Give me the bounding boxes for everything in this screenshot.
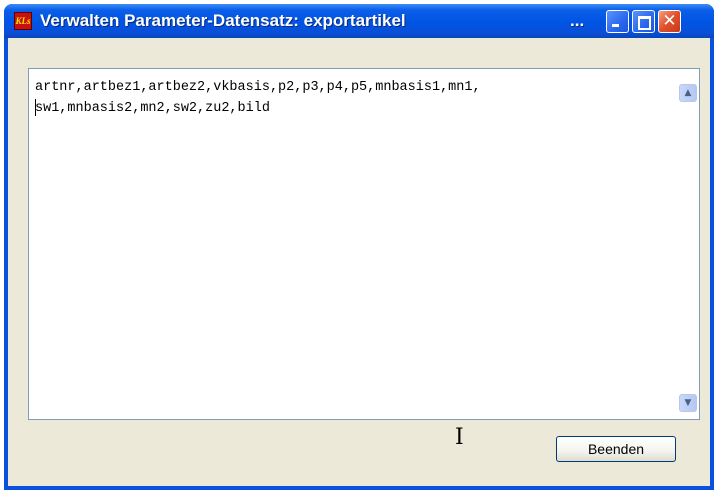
maximize-button[interactable] — [632, 10, 655, 33]
chevron-down-icon: ▼ — [684, 398, 692, 408]
dialog-window: KLs Verwalten Parameter-Datensatz: expor… — [4, 4, 714, 490]
app-icon[interactable]: KLs — [14, 12, 32, 30]
close-window-button[interactable]: ✕ — [658, 10, 681, 33]
text-line-2: sw1,mnbasis2,mn2,sw2,zu2,bild — [35, 101, 270, 116]
dialog-client-area: artnr,artbez1,artbez2,vkbasis,p2,p3,p4,p… — [8, 38, 710, 486]
parameter-text: artnr,artbez1,artbez2,vkbasis,p2,p3,p4,p… — [35, 77, 665, 119]
minimize-button[interactable] — [606, 10, 629, 33]
window-title: Verwalten Parameter-Datensatz: exportart… — [40, 11, 406, 30]
close-icon: ✕ — [662, 11, 677, 31]
maximize-icon — [638, 16, 651, 30]
ibeam-cursor-icon: I — [455, 425, 464, 450]
scroll-down-button[interactable]: ▼ — [679, 394, 697, 412]
parameter-textarea[interactable]: artnr,artbez1,artbez2,vkbasis,p2,p3,p4,p… — [28, 68, 700, 449]
minimize-icon — [612, 24, 619, 27]
vertical-scrollbar[interactable]: ▲ ▼ — [678, 70, 698, 418]
title-ellipsis: ... — [570, 11, 585, 30]
beenden-button[interactable]: Beenden — [556, 436, 676, 462]
text-caret — [35, 99, 36, 116]
chevron-up-icon: ▲ — [684, 88, 692, 98]
title-bar[interactable]: KLs Verwalten Parameter-Datensatz: expor… — [4, 4, 714, 38]
text-line-1: artnr,artbez1,artbez2,vkbasis,p2,p3,p4,p… — [35, 80, 481, 95]
scroll-up-button[interactable]: ▲ — [679, 84, 697, 102]
